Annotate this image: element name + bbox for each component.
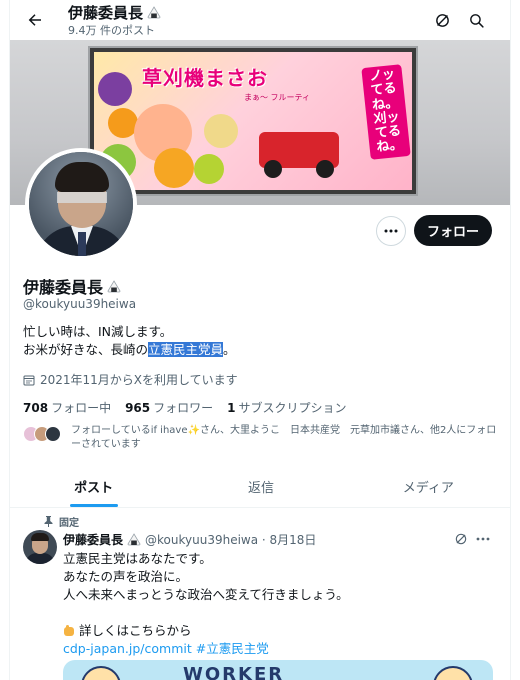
header-post-count: 9.4万 件のポスト xyxy=(68,24,155,37)
tweet-media-card[interactable]: WORKER xyxy=(63,660,493,680)
onigiri-icon xyxy=(147,6,161,19)
followers-count: 965 xyxy=(125,401,151,415)
profile-page: 伊藤委員長 9.4万 件のポスト 草刈機まさお まぁ～ フルーティ ノッてるね。… xyxy=(9,0,511,680)
following-link[interactable]: 708 フォロー中 xyxy=(23,399,111,416)
grok-button[interactable] xyxy=(428,6,456,34)
tweet-grok-button[interactable] xyxy=(454,531,468,550)
followed-by[interactable]: フォローしているif ihave✨さん、大里ようこ 日本共産党 元草加市議さん、… xyxy=(23,424,503,454)
search-button[interactable] xyxy=(462,6,490,34)
banner-ad-slogan: ノッてるね。刈ッてるね。 xyxy=(361,64,411,160)
bio-line-2-prefix: お米が好きな、長崎の xyxy=(23,342,149,357)
tweet-avatar[interactable] xyxy=(23,530,57,564)
followers-label: フォロワー xyxy=(153,401,214,415)
tab-media[interactable]: メディア xyxy=(345,466,510,507)
point-right-icon xyxy=(64,625,74,636)
top-bar: 伊藤委員長 9.4万 件のポスト xyxy=(10,0,510,40)
bio-line-2-suffix: 。 xyxy=(223,342,236,357)
banner-billboard: 草刈機まさお まぁ～ フルーティ ノッてるね。刈ッてるね。 xyxy=(88,46,418,196)
card-character xyxy=(81,666,121,680)
pinned-indicator: 固定 xyxy=(44,514,79,529)
card-headline: WORKER xyxy=(183,664,285,680)
more-icon xyxy=(476,537,490,541)
bio-line-2: お米が好きな、長崎の立憲民主党員。 xyxy=(23,341,236,359)
followers-link[interactable]: 965 フォロワー xyxy=(125,399,213,416)
profile-stats: 708 フォロー中 965 フォロワー 1 サブスクリプション xyxy=(23,399,347,416)
calendar-icon xyxy=(23,375,35,385)
banner-ad-title: 草刈機まさお xyxy=(142,66,268,90)
pinned-label: 固定 xyxy=(59,518,79,529)
search-icon xyxy=(469,13,484,28)
tweet-line: 立憲民主党はあなたです。 xyxy=(63,551,212,566)
profile-handle: @koukyuu39heiwa xyxy=(23,297,137,311)
follower-avatar xyxy=(45,426,61,442)
header-title-text: 伊藤委員長 xyxy=(68,4,144,22)
join-date-text: 2021年11月からXを利用しています xyxy=(40,373,238,387)
pin-icon xyxy=(44,516,53,527)
followed-by-text: フォローしているif ihave✨さん、大里ようこ 日本共産党 元草加市議さん、… xyxy=(71,425,497,450)
grok-icon xyxy=(455,533,467,545)
following-label: フォロー中 xyxy=(51,401,112,415)
subscriptions-count: 1 xyxy=(227,401,236,415)
profile-tabs: ポスト 返信 メディア xyxy=(10,466,510,508)
bio-highlighted-text: 立憲民主党員 xyxy=(148,342,224,357)
tweet-header: 伊藤委員長 @koukyuu39heiwa · 8月18日 xyxy=(63,531,316,548)
tweet-author[interactable]: 伊藤委員長 xyxy=(63,531,123,548)
profile-bio: 忙しい時は、IN減します。 お米が好きな、長崎の立憲民主党員。 xyxy=(23,323,236,359)
onigiri-icon xyxy=(107,279,121,292)
tab-replies[interactable]: 返信 xyxy=(177,466,344,507)
tab-posts-label: ポスト xyxy=(74,481,114,496)
more-icon xyxy=(384,229,398,233)
profile-name-text: 伊藤委員長 xyxy=(23,278,104,297)
active-tab-indicator xyxy=(69,504,118,507)
tweet-line: あなたの声を政治に。 xyxy=(63,569,189,584)
tweet-body: 立憲民主党はあなたです。 あなたの声を政治に。 人へ未来へまっとうな政治へ変えて… xyxy=(63,550,493,658)
tweet-link[interactable]: cdp-japan.jp/commit #立憲民主党 xyxy=(63,640,493,658)
header-title: 伊藤委員長 xyxy=(68,2,161,23)
bio-line-1: 忙しい時は、IN減します。 xyxy=(23,324,173,339)
tweet-more-button[interactable] xyxy=(476,529,490,545)
banner-ad-sub: まぁ～ フルーティ xyxy=(244,93,311,102)
grok-icon xyxy=(435,13,449,27)
subscriptions-link[interactable]: 1 サブスクリプション xyxy=(227,399,346,416)
back-arrow-icon xyxy=(28,14,41,26)
tweet-line-text: 詳しくはこちらから xyxy=(79,623,192,638)
avatar-eye-mask xyxy=(57,192,107,203)
more-options-button[interactable] xyxy=(376,216,406,246)
tweet-line: 人へ未来へまっとうな政治へ変えて行きましょう。 xyxy=(63,587,349,602)
banner-ad-image: 草刈機まさお まぁ～ フルーティ ノッてるね。刈ッてるね。 xyxy=(94,52,412,190)
banner-mower-wheel xyxy=(264,160,282,178)
profile-name: 伊藤委員長 xyxy=(23,274,121,298)
onigiri-icon xyxy=(127,533,141,546)
subscriptions-label: サブスクリプション xyxy=(238,401,347,415)
profile-avatar[interactable] xyxy=(25,148,137,260)
tweet-line: 詳しくはこちらから xyxy=(63,622,493,640)
follow-button[interactable]: フォロー xyxy=(414,215,492,246)
tab-replies-label: 返信 xyxy=(247,481,274,496)
tab-posts[interactable]: ポスト xyxy=(10,466,177,507)
following-count: 708 xyxy=(23,401,49,415)
tab-media-label: メディア xyxy=(402,481,454,496)
card-character xyxy=(433,666,473,680)
back-button[interactable] xyxy=(20,6,50,34)
tweet-handle-date[interactable]: @koukyuu39heiwa · 8月18日 xyxy=(145,531,316,548)
banner-mower-wheel xyxy=(316,160,334,178)
join-date: 2021年11月からXを利用しています xyxy=(23,371,238,388)
